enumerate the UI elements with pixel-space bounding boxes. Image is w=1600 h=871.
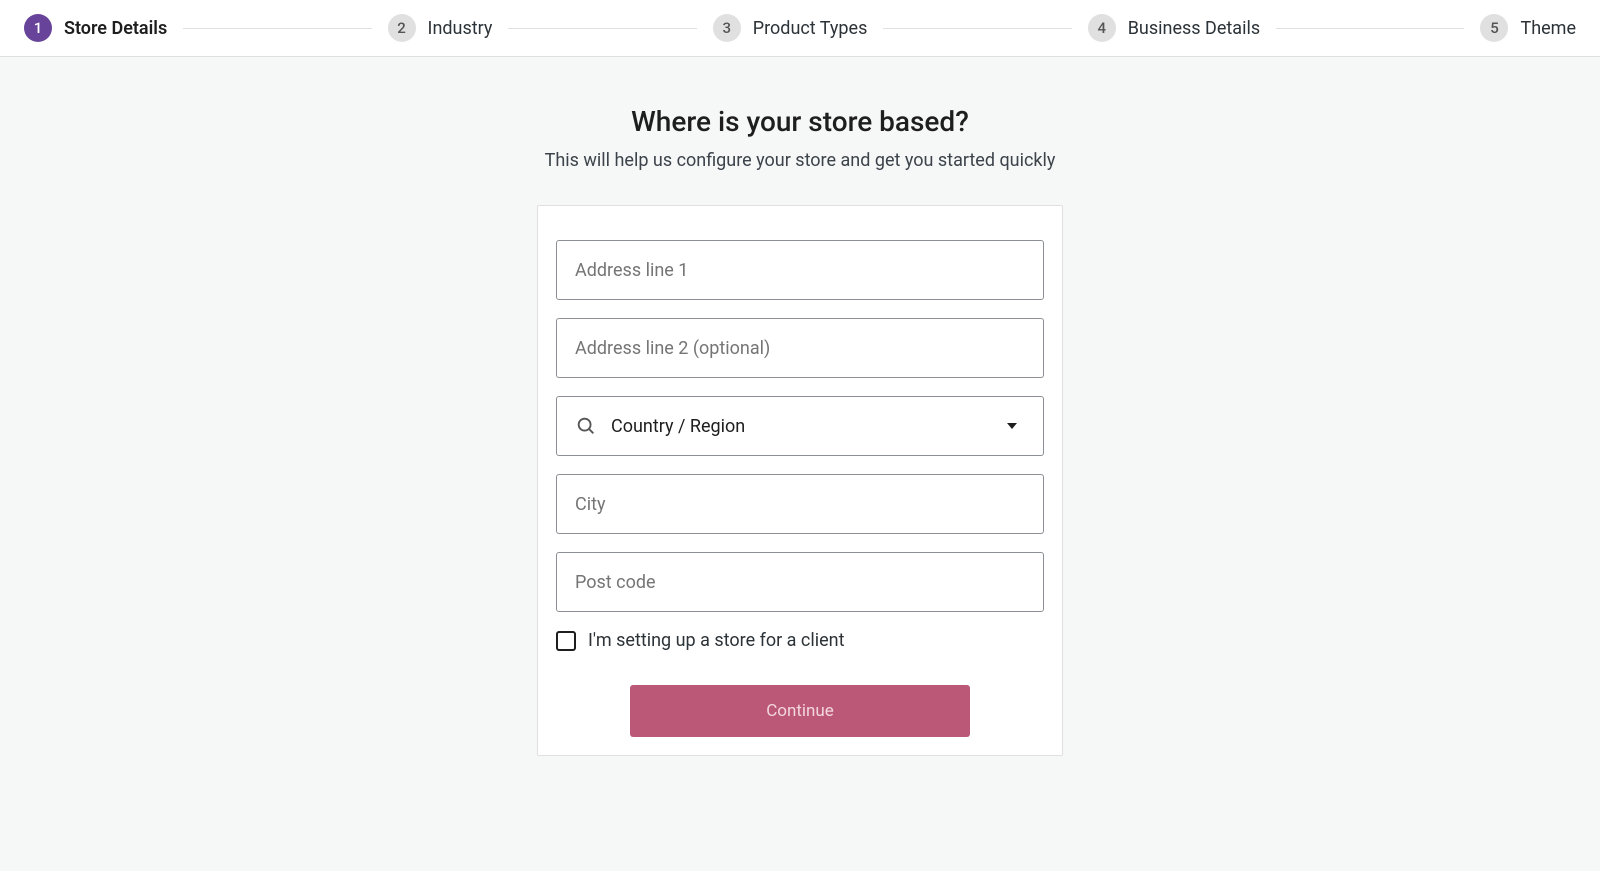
page-subtitle: This will help us configure your store a…	[545, 150, 1056, 171]
search-icon	[575, 415, 597, 437]
step-number: 3	[713, 14, 741, 42]
stepper-connector	[883, 28, 1071, 29]
city-field-wrapper	[556, 474, 1044, 534]
stepper-connector	[508, 28, 696, 29]
step-product-types[interactable]: 3 Product Types	[713, 14, 868, 42]
address2-input[interactable]	[556, 318, 1044, 378]
client-checkbox-row: I'm setting up a store for a client	[556, 630, 1044, 651]
step-number: 5	[1480, 14, 1508, 42]
step-label: Product Types	[753, 18, 868, 39]
step-number: 4	[1088, 14, 1116, 42]
address1-field-wrapper	[556, 240, 1044, 300]
form-card: Country / Region I'm setting up a store …	[537, 205, 1063, 756]
address1-input[interactable]	[556, 240, 1044, 300]
continue-button[interactable]: Continue	[630, 685, 970, 737]
step-label: Business Details	[1128, 18, 1260, 39]
country-select[interactable]: Country / Region	[556, 396, 1044, 456]
step-number: 2	[388, 14, 416, 42]
step-label: Theme	[1520, 18, 1576, 39]
step-number: 1	[24, 14, 52, 42]
country-field-wrapper: Country / Region	[556, 396, 1044, 456]
stepper-connector	[1276, 28, 1464, 29]
step-industry[interactable]: 2 Industry	[388, 14, 493, 42]
client-checkbox-label[interactable]: I'm setting up a store for a client	[588, 630, 844, 651]
postcode-field-wrapper	[556, 552, 1044, 612]
client-checkbox[interactable]	[556, 631, 576, 651]
step-label: Industry	[428, 18, 493, 39]
stepper: 1 Store Details 2 Industry 3 Product Typ…	[0, 0, 1600, 57]
chevron-down-icon	[1007, 423, 1017, 429]
country-placeholder: Country / Region	[611, 416, 993, 437]
step-theme[interactable]: 5 Theme	[1480, 14, 1576, 42]
step-label: Store Details	[64, 18, 167, 39]
main-content: Where is your store based? This will hel…	[0, 57, 1600, 756]
step-store-details[interactable]: 1 Store Details	[24, 14, 167, 42]
stepper-connector	[183, 28, 371, 29]
page-title: Where is your store based?	[631, 105, 969, 138]
step-business-details[interactable]: 4 Business Details	[1088, 14, 1260, 42]
city-input[interactable]	[556, 474, 1044, 534]
postcode-input[interactable]	[556, 552, 1044, 612]
address2-field-wrapper	[556, 318, 1044, 378]
